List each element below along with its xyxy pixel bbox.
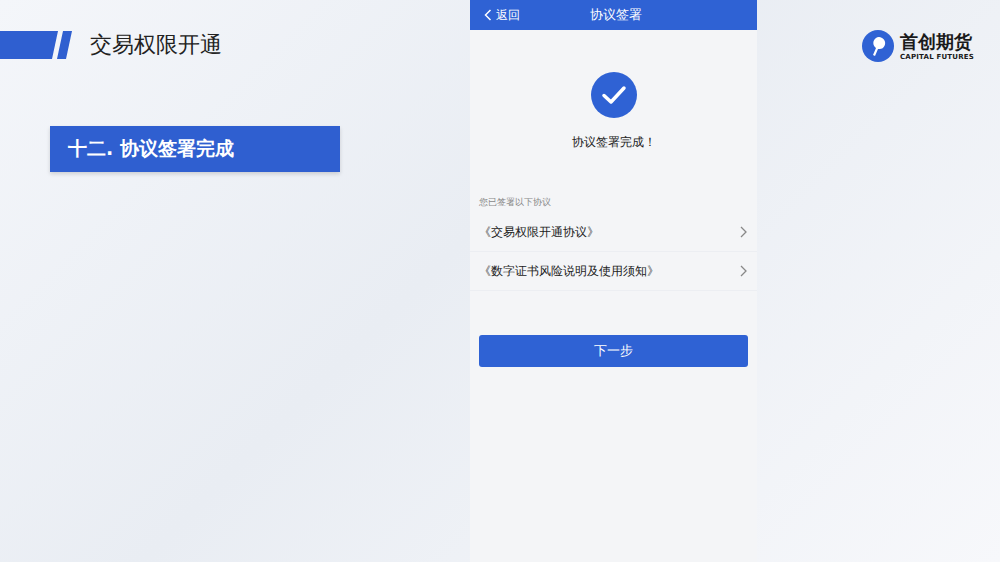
nav-title: 协议签署: [590, 6, 642, 24]
section-label: 十二. 协议签署完成: [50, 126, 340, 172]
slide-right: 首创期货CAPITAL FUTURES: [757, 0, 1000, 562]
agreement-row[interactable]: 《交易权限开通协议》: [470, 213, 757, 252]
slide-title: 交易权限开通: [90, 30, 222, 60]
phone-screen: 返回协议签署协议签署完成！ 您已签署以下协议《交易权限开通协议》《数字证书风险说明…: [470, 0, 757, 562]
nav-bar: 返回协议签署: [470, 0, 757, 30]
logo-name: 首创期货: [900, 31, 974, 53]
next-button[interactable]: 下一步: [479, 335, 748, 367]
back-button[interactable]: 返回: [484, 7, 590, 24]
chevron-right-icon: [740, 226, 747, 238]
logo: 首创期货CAPITAL FUTURES: [862, 30, 974, 62]
chevron-left-icon: [484, 9, 492, 21]
chevron-right-icon: [740, 265, 747, 277]
agreement-list: 《交易权限开通协议》《数字证书风险说明及使用须知》: [470, 213, 757, 291]
status-text: 协议签署完成！: [572, 134, 656, 151]
agreement-row[interactable]: 《数字证书风险说明及使用须知》: [470, 252, 757, 291]
slide: 交易权限开通十二. 协议签署完成返回协议签署协议签署完成！您已签署以下协议《交易…: [0, 0, 1000, 562]
list-caption: 您已签署以下协议: [470, 196, 757, 209]
logo-subtitle: CAPITAL FUTURES: [900, 53, 974, 61]
check-icon: [591, 72, 637, 118]
accent-icon: [0, 31, 72, 59]
success-area: 协议签署完成！: [470, 30, 757, 151]
slide-header: 交易权限开通: [0, 30, 470, 60]
slide-left: 交易权限开通十二. 协议签署完成: [0, 0, 470, 562]
logo-icon: [862, 30, 894, 62]
